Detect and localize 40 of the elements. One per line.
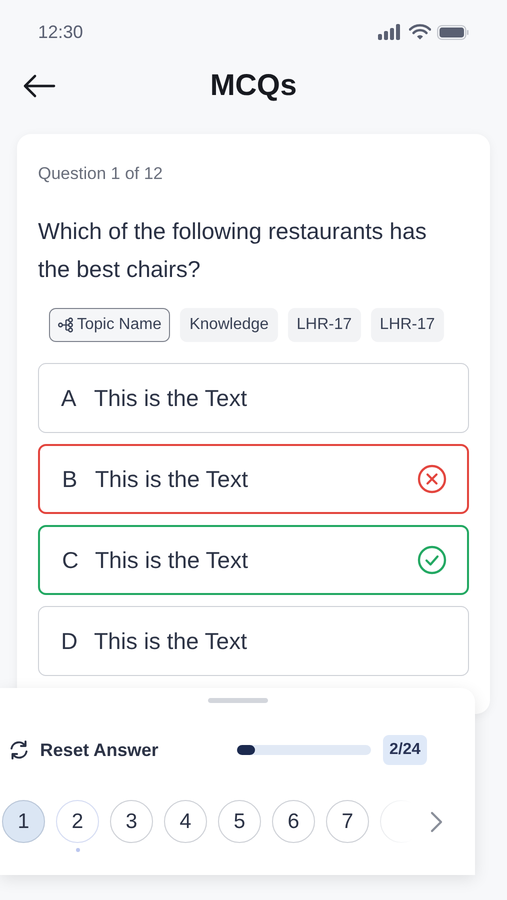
option-letter: B: [62, 466, 78, 492]
current-dot: [76, 848, 80, 852]
option-text: This is the Text: [95, 466, 249, 492]
page-title: MCQs: [210, 69, 297, 103]
sheet-handle[interactable]: [208, 698, 268, 703]
progress-count: 2/24: [383, 735, 427, 765]
question-number[interactable]: 3: [110, 800, 153, 843]
question-number[interactable]: 4: [164, 800, 207, 843]
battery-icon: [437, 24, 469, 40]
check-icon: [417, 545, 447, 575]
question-number[interactable]: 6: [272, 800, 315, 843]
question-counter: Question 1 of 12: [38, 164, 164, 184]
back-button[interactable]: [22, 74, 56, 98]
tag-label: Topic Name: [77, 316, 162, 334]
option-text: This is the Text: [94, 384, 248, 412]
option-letter: C: [62, 546, 80, 574]
question-number[interactable]: 1: [2, 800, 45, 843]
option-text: This is the Text: [94, 628, 248, 654]
reset-answer-button[interactable]: Reset Answer: [8, 740, 158, 760]
error-icon: [417, 464, 447, 494]
status-time: 12:30: [38, 22, 84, 42]
signal-icon: [378, 24, 403, 40]
next-icon[interactable]: [428, 810, 444, 834]
answer-option[interactable]: A This is the Text: [38, 363, 469, 433]
tag: LHR-17: [370, 308, 444, 342]
answer-option[interactable]: C This is the Text: [38, 525, 469, 595]
option-letter: D: [61, 628, 79, 654]
answer-option[interactable]: B This is the Text: [38, 444, 469, 514]
question-number[interactable]: 2: [56, 800, 99, 843]
answer-option[interactable]: D This is the Text: [38, 606, 469, 676]
refresh-icon: [8, 740, 30, 760]
tag: Knowledge: [180, 308, 278, 342]
question-number[interactable]: 7: [326, 800, 369, 843]
question-text: Which of the following restaurants has the best chairs?: [38, 217, 428, 284]
option-letter: A: [61, 384, 78, 412]
hierarchy-icon: [58, 317, 74, 333]
wifi-icon: [409, 24, 431, 40]
option-text: This is the Text: [95, 546, 249, 574]
tag: LHR-17: [288, 308, 361, 342]
question-number[interactable]: 5: [218, 800, 261, 843]
